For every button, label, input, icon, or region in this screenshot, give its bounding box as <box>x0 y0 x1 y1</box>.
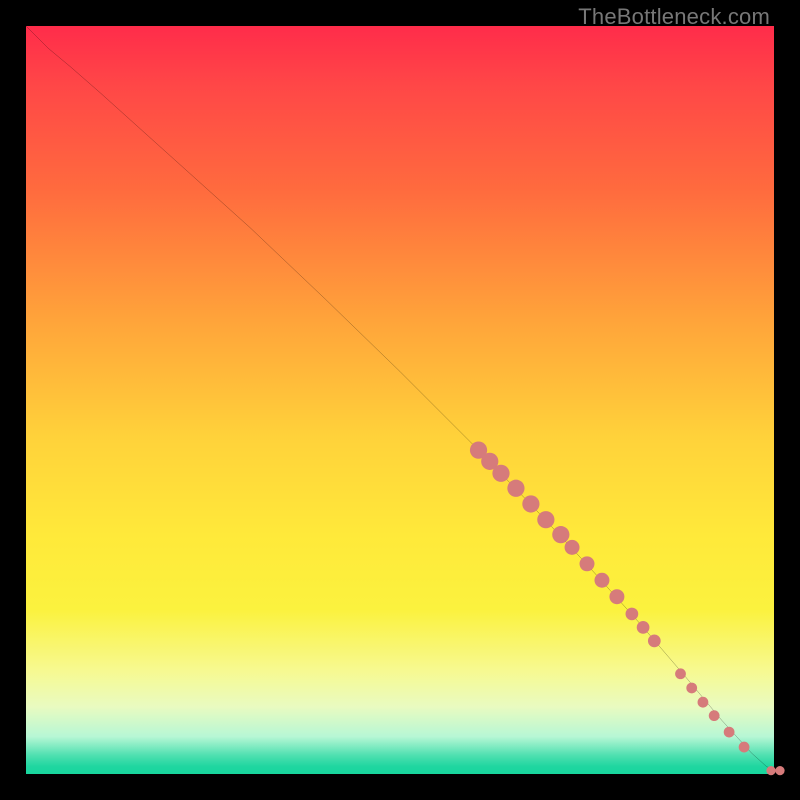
chart-svg <box>26 26 774 774</box>
data-marker <box>698 697 709 708</box>
data-marker <box>522 495 539 512</box>
data-marker <box>552 526 569 543</box>
data-marker <box>594 573 609 588</box>
data-marker <box>686 683 697 694</box>
data-marker <box>637 621 650 634</box>
data-marker <box>507 480 524 497</box>
data-marker <box>537 511 554 528</box>
data-marker <box>724 727 735 738</box>
data-marker <box>766 766 775 775</box>
data-marker <box>739 742 750 753</box>
data-marker <box>675 668 686 679</box>
data-marker <box>709 710 720 721</box>
marker-group <box>470 442 785 776</box>
data-marker <box>580 556 595 571</box>
curve-line <box>26 26 774 770</box>
data-marker <box>775 766 784 775</box>
data-marker <box>492 465 509 482</box>
data-marker <box>609 589 624 604</box>
data-marker <box>626 608 639 621</box>
data-marker <box>565 540 580 555</box>
data-marker <box>648 634 661 647</box>
